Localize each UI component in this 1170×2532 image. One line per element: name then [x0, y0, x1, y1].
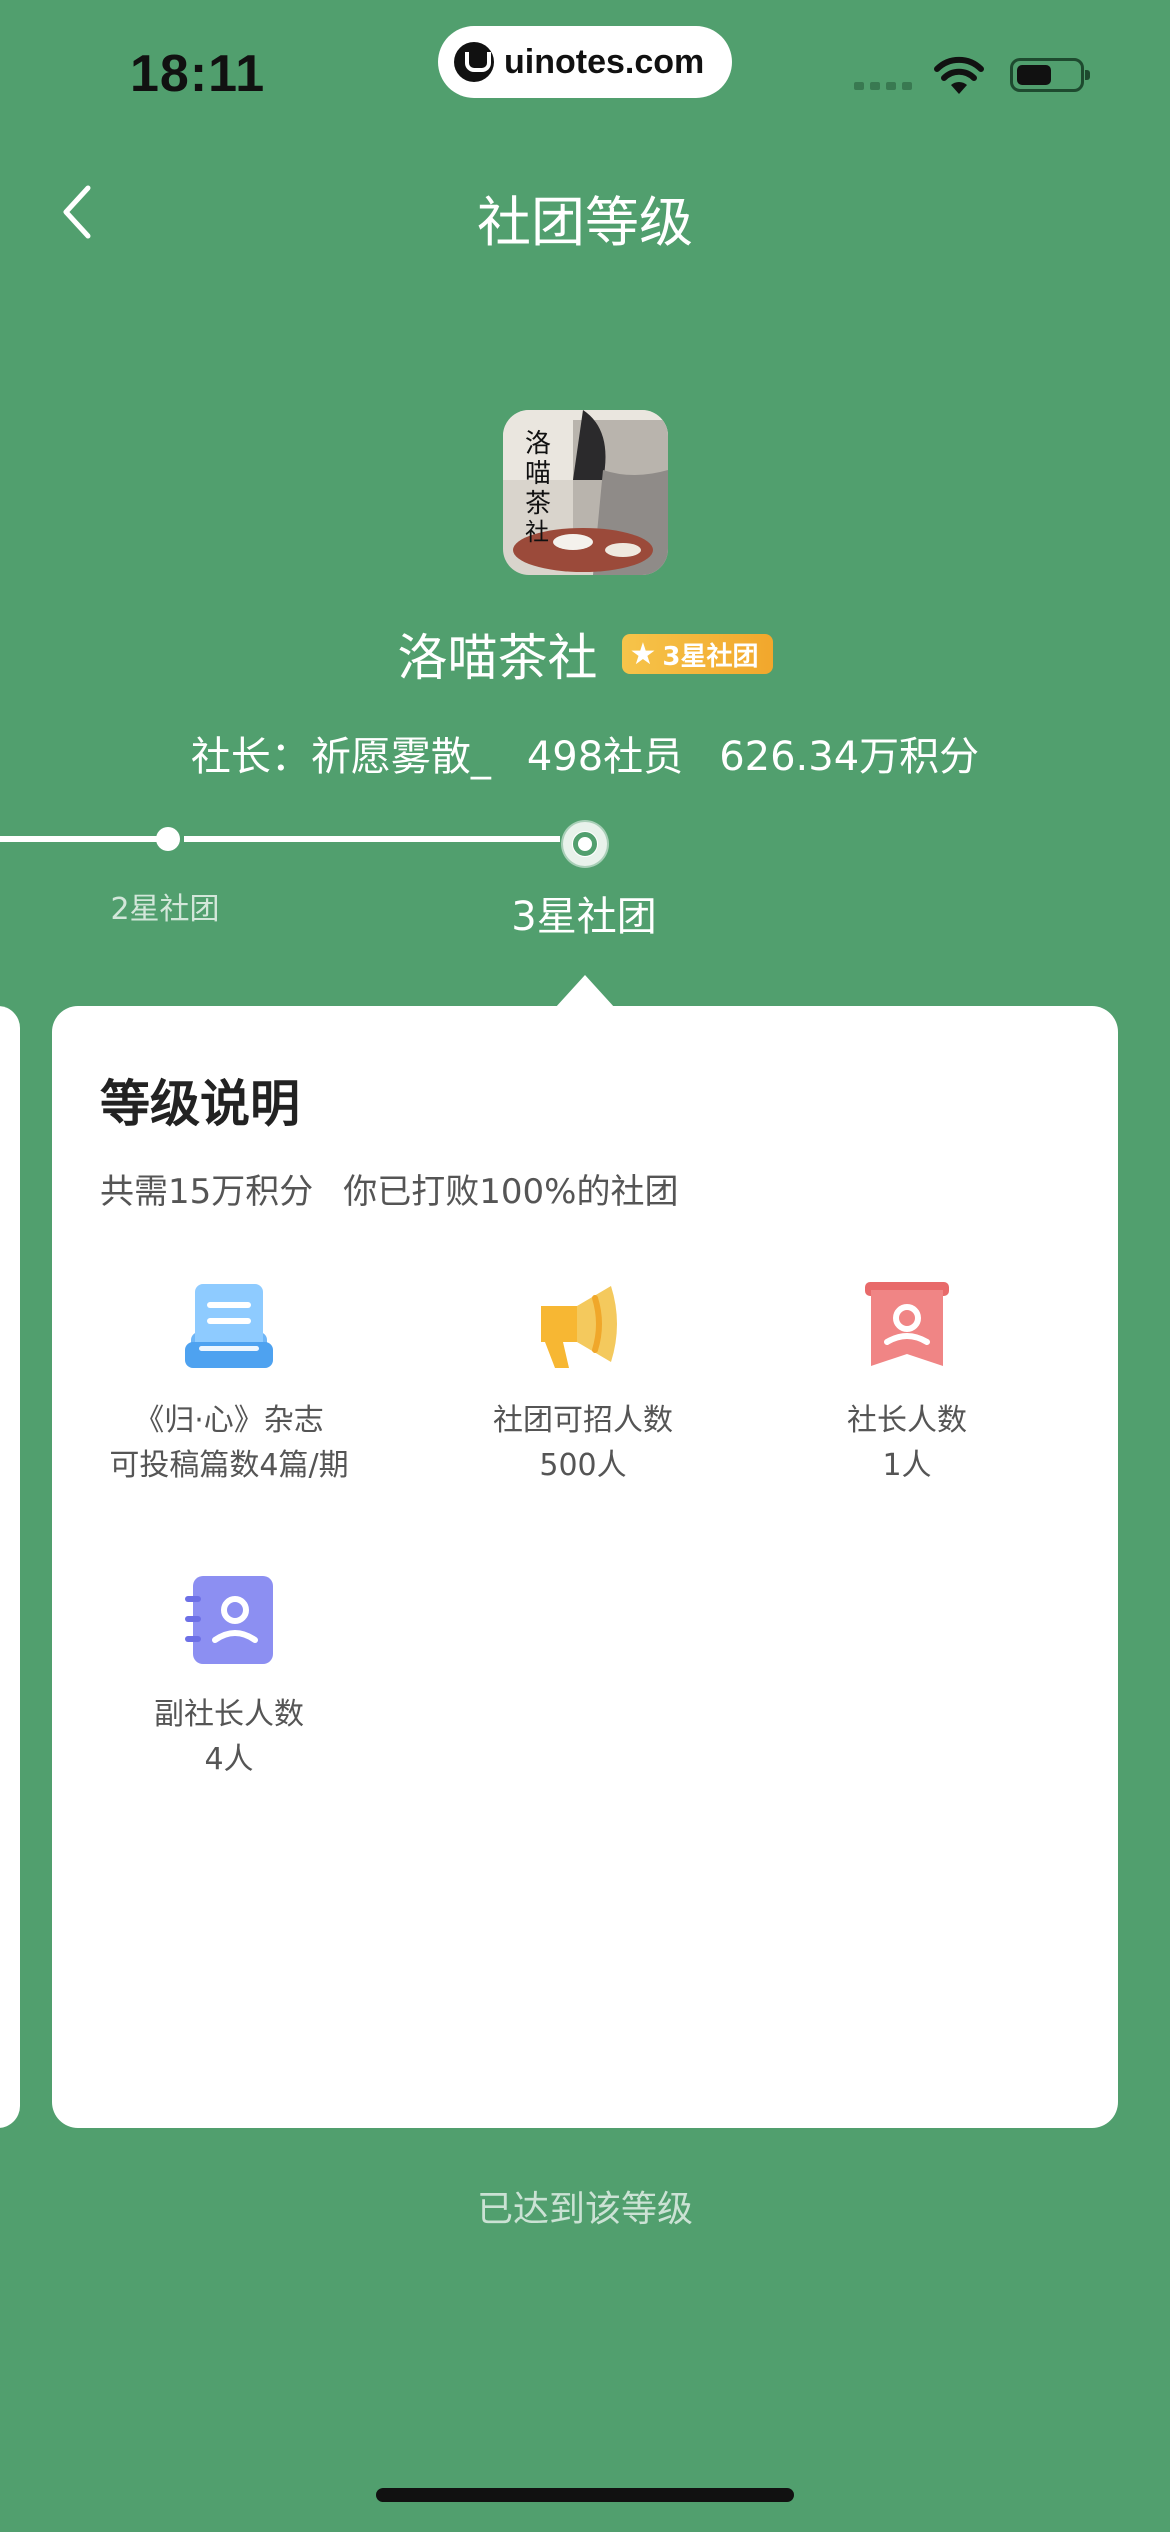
timeline-track: [0, 836, 158, 842]
perk-label: 社长人数: [847, 1403, 967, 1438]
beat-percentage: 你已打败100%的社团: [343, 1172, 679, 1212]
page-title: 社团等级: [477, 191, 693, 254]
level-description-card: 等级说明 共需15万积分 你已打败100%的社团 《归·心》杂志 可投稿篇数4篇…: [52, 1006, 1118, 2128]
svg-text:洛: 洛: [525, 429, 551, 459]
document-stack-icon: [185, 1284, 273, 1368]
leader-badge-icon: [865, 1282, 949, 1366]
points-needed: 共需15万积分: [100, 1172, 314, 1212]
card-pointer: [555, 975, 615, 1008]
perk-recruit: 社团可招人数 500人: [423, 1276, 743, 1488]
svg-text:喵: 喵: [525, 459, 551, 489]
perk-label: 副社长人数: [154, 1697, 304, 1732]
perk-label: 《归·心》杂志: [134, 1403, 324, 1438]
perk-leader: 社长人数 1人: [747, 1276, 1067, 1488]
club-name: 洛喵茶社: [397, 629, 598, 687]
cellular-signal-icon: [854, 82, 912, 90]
contact-book-icon: [185, 1576, 273, 1664]
prev-level-card[interactable]: [0, 1006, 20, 2128]
card-subtitle: 共需15万积分 你已打败100%的社团: [100, 1164, 678, 1213]
uinotes-logo-icon: [454, 42, 494, 82]
club-leader: 社长：祈愿雾散_: [190, 734, 491, 780]
svg-text:社: 社: [525, 518, 549, 546]
perk-label: 社团可招人数: [493, 1403, 673, 1438]
watermark-text: uinotes.com: [504, 42, 705, 81]
club-name-row: 洛喵茶社 ★ 3星社团: [0, 618, 1170, 690]
perk-vice-leader: 副社长人数 4人: [69, 1570, 389, 1782]
megaphone-icon: [541, 1286, 617, 1368]
card-title: 等级说明: [100, 1075, 300, 1133]
club-points: 626.34万积分: [719, 734, 980, 780]
timeline-node-current[interactable]: [563, 822, 607, 866]
club-stats: 社长：祈愿雾散_ 498社员 626.34万积分: [0, 724, 1170, 782]
club-level-page: 18:11 uinotes.com 社团等级 洛 喵 茶 社 洛喵茶社 ★ 3星…: [0, 0, 1170, 2532]
timeline-node-prev[interactable]: [156, 827, 180, 851]
member-count: 498社员: [526, 734, 684, 780]
watermark-pill: uinotes.com: [438, 26, 732, 98]
status-time: 18:11: [130, 45, 266, 103]
level-badge: ★ 3星社团: [621, 634, 773, 674]
perk-value: 500人: [539, 1448, 627, 1483]
level-status: 已达到该等级: [476, 2189, 693, 2230]
perk-value: 1人: [882, 1448, 932, 1483]
battery-icon: [1010, 58, 1090, 92]
level-tab-current[interactable]: 3星社团: [484, 884, 684, 942]
perk-magazine: 《归·心》杂志 可投稿篇数4篇/期: [69, 1276, 389, 1488]
level-badge-label: 3星社团: [662, 641, 759, 672]
club-avatar[interactable]: 洛 喵 茶 社: [503, 410, 668, 575]
perk-value: 可投稿篇数4篇/期: [109, 1448, 349, 1483]
svg-text:茶: 茶: [525, 489, 551, 519]
perk-value: 4人: [204, 1742, 254, 1777]
wifi-icon: [934, 56, 984, 94]
timeline-track: [184, 836, 560, 842]
home-indicator[interactable]: [376, 2488, 794, 2502]
level-tab-prev[interactable]: 2星社团: [90, 884, 240, 928]
star-icon: ★: [629, 636, 657, 672]
